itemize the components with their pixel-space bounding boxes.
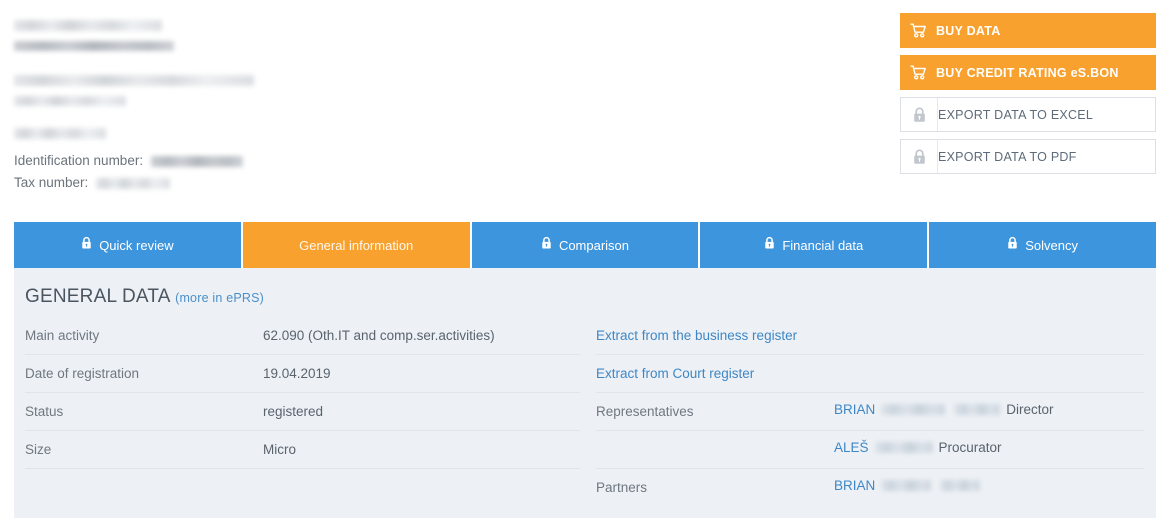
status-label: Status <box>25 404 64 419</box>
shopping-cart-icon <box>900 23 936 38</box>
tax-number-row: Tax number: <box>14 173 574 193</box>
tax-number-label: Tax number: <box>14 174 89 190</box>
partner-surname-redacted <box>881 480 932 491</box>
representative-role: Procurator <box>938 440 1002 455</box>
size-label: Size <box>25 442 52 457</box>
export-excel-button[interactable]: EXPORT DATA TO EXCEL <box>900 97 1156 132</box>
representative-entry: ALEŠ Procurator <box>834 440 1002 455</box>
table-row: Status registered <box>25 393 580 431</box>
identification-number-label: Identification number: <box>14 152 144 168</box>
tab-comparison-label: Comparison <box>558 237 630 253</box>
representative-surname-redacted <box>874 442 933 453</box>
table-row: Main activity 62.090 (Oth.IT and comp.se… <box>25 317 580 355</box>
representative-name[interactable]: ALEŠ <box>834 440 869 455</box>
partner-name[interactable]: BRIAN <box>834 478 875 493</box>
tab-general-information-label: General information <box>299 237 414 253</box>
partner-entry: BRIAN <box>834 478 981 493</box>
identification-number-value-redacted <box>150 155 243 167</box>
representative-surname-redacted <box>881 404 946 415</box>
export-pdf-button[interactable]: EXPORT DATA TO PDF <box>900 139 1156 174</box>
extract-court-register-link[interactable]: Extract from Court register <box>596 366 754 381</box>
representative-name[interactable]: BRIAN <box>834 402 875 417</box>
identification-number-row: Identification number: <box>14 151 574 171</box>
buy-credit-rating-label: BUY CREDIT RATING eS.BON <box>936 65 1119 80</box>
representative-role: Director <box>1006 402 1054 417</box>
tab-quick-review-label: Quick review <box>99 237 174 253</box>
lock-icon <box>541 236 552 255</box>
tab-bar: Quick review General information Compari… <box>14 222 1156 268</box>
more-in-eprs-link[interactable]: (more in ePRS) <box>175 291 264 305</box>
status-value: registered <box>263 404 324 419</box>
general-data-left-column: Main activity 62.090 (Oth.IT and comp.se… <box>14 317 585 507</box>
extract-business-register-link[interactable]: Extract from the business register <box>596 328 797 343</box>
page-title: GENERAL DATA (more in ePRS) <box>25 286 264 308</box>
main-activity-value: 62.090 (Oth.IT and comp.ser.activities) <box>263 328 495 343</box>
company-address-redacted <box>14 73 574 111</box>
tab-financial-data[interactable]: Financial data <box>700 222 928 268</box>
table-row: Partners BRIAN <box>596 469 1144 507</box>
lock-icon <box>901 140 938 173</box>
general-data-panel: GENERAL DATA (more in ePRS) Main activit… <box>14 268 1156 518</box>
lock-icon <box>901 98 938 131</box>
lock-icon <box>81 236 92 255</box>
company-header-block: Identification number: Tax number: <box>14 18 574 195</box>
court-register-row: Extract from Court register <box>596 355 1144 393</box>
lock-icon <box>764 236 775 255</box>
shopping-cart-icon <box>900 65 936 80</box>
export-excel-label: EXPORT DATA TO EXCEL <box>938 107 1094 122</box>
representatives-label: Representatives <box>596 404 694 419</box>
date-of-registration-value: 19.04.2019 <box>263 366 331 381</box>
table-row: ALEŠ Procurator <box>596 431 1144 469</box>
buy-data-button[interactable]: BUY DATA <box>900 13 1156 48</box>
general-data-columns: Main activity 62.090 (Oth.IT and comp.se… <box>14 317 1156 507</box>
table-row: Date of registration 19.04.2019 <box>25 355 580 393</box>
tab-solvency[interactable]: Solvency <box>929 222 1156 268</box>
tab-financial-data-label: Financial data <box>782 237 864 253</box>
buy-data-label: BUY DATA <box>936 23 1001 38</box>
partners-label: Partners <box>596 480 648 495</box>
tab-comparison[interactable]: Comparison <box>471 222 699 268</box>
table-row: Representatives BRIAN Director <box>596 393 1144 431</box>
business-register-row: Extract from the business register <box>596 317 1144 355</box>
partner-surname-redacted-2 <box>940 480 981 491</box>
action-button-group: BUY DATA BUY CREDIT RATING eS.BON EXPORT… <box>900 13 1156 181</box>
company-city-redacted <box>14 126 574 143</box>
page-title-text: GENERAL DATA <box>25 286 170 307</box>
export-pdf-label: EXPORT DATA TO PDF <box>938 149 1077 164</box>
general-data-right-column: Extract from the business register Extra… <box>585 317 1156 507</box>
tab-solvency-label: Solvency <box>1025 237 1078 253</box>
tax-number-value-redacted <box>96 177 171 189</box>
representative-entry: BRIAN Director <box>834 402 1054 417</box>
table-row: Size Micro <box>25 431 580 469</box>
size-value: Micro <box>263 442 296 457</box>
lock-icon <box>1007 236 1018 255</box>
buy-credit-rating-button[interactable]: BUY CREDIT RATING eS.BON <box>900 55 1156 90</box>
date-of-registration-label: Date of registration <box>25 366 140 381</box>
main-activity-label: Main activity <box>25 328 100 343</box>
tab-general-information[interactable]: General information <box>242 222 470 268</box>
tab-quick-review[interactable]: Quick review <box>14 222 241 268</box>
representative-surname-redacted-2 <box>954 404 1001 415</box>
company-name-redacted <box>14 18 574 55</box>
